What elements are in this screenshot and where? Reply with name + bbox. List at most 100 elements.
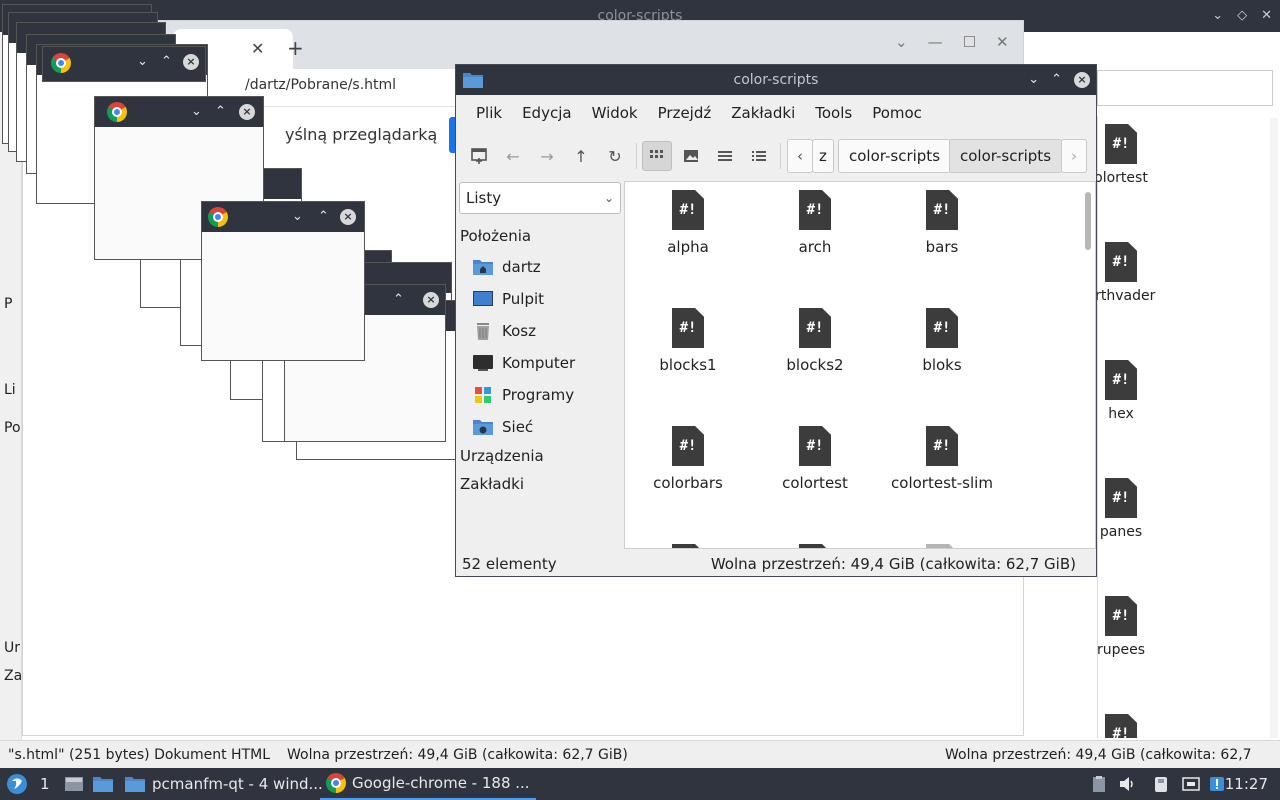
background-address-bar[interactable] bbox=[1097, 70, 1273, 106]
notification-icon[interactable] bbox=[1208, 775, 1226, 793]
file-item[interactable] bbox=[756, 544, 874, 548]
minimize-button[interactable]: ⌄ bbox=[1028, 65, 1039, 95]
file-item[interactable]: blocks2 bbox=[756, 308, 874, 374]
file-item[interactable]: bloks bbox=[883, 308, 1001, 374]
background-maximize-button[interactable]: ◇ bbox=[1237, 0, 1247, 32]
file-item[interactable] bbox=[883, 544, 1001, 548]
background-file-item[interactable]: rupees bbox=[1071, 596, 1171, 658]
chrome-maximize-button[interactable]: ☐ bbox=[963, 33, 976, 51]
file-view[interactable]: alpha arch bars blocks1 blocks2 bloks co… bbox=[624, 181, 1096, 549]
chrome-tab-search-button[interactable]: ⌄ bbox=[895, 33, 908, 51]
background-strip-item: Ur bbox=[4, 640, 21, 656]
close-icon[interactable]: × bbox=[340, 209, 356, 225]
menu-edycja[interactable]: Edycja bbox=[512, 95, 581, 131]
folder-icon bbox=[463, 73, 483, 88]
detailed-view-button[interactable] bbox=[744, 141, 774, 171]
sidebar-item-siec[interactable]: Sieć bbox=[472, 413, 533, 441]
menu-zakladki[interactable]: Zakładki bbox=[721, 95, 805, 131]
chrome-close-button[interactable]: ✕ bbox=[996, 33, 1009, 51]
chevron-up-icon[interactable]: ⌃ bbox=[393, 285, 404, 315]
chrome-minimize-button[interactable]: — bbox=[928, 33, 943, 51]
background-scrollbar[interactable] bbox=[1270, 118, 1278, 738]
ghost-window-front[interactable]: ⌄ ⌃ × bbox=[201, 201, 365, 361]
file-item[interactable] bbox=[629, 544, 747, 548]
file-item[interactable]: colorbars bbox=[629, 426, 747, 492]
network-icon[interactable] bbox=[1182, 775, 1200, 793]
ghost-window-titlebar[interactable]: ⌄ ⌃ × bbox=[42, 46, 206, 82]
desktop-switcher[interactable]: 1 bbox=[40, 768, 50, 800]
menu-tools[interactable]: Tools bbox=[805, 95, 862, 131]
clock[interactable]: 11:27 bbox=[1225, 768, 1268, 800]
background-minimize-button[interactable]: ⌄ bbox=[1212, 0, 1223, 32]
menu-pomoc[interactable]: Pomoc bbox=[862, 95, 932, 131]
chrome-url-text[interactable]: /dartz/Pobrane/s.html bbox=[245, 77, 396, 93]
file-item[interactable]: arch bbox=[756, 190, 874, 256]
chevron-up-icon[interactable]: ⌃ bbox=[161, 47, 172, 77]
up-button[interactable]: ↑ bbox=[566, 141, 596, 171]
home-folder-icon bbox=[473, 260, 493, 275]
menu-plik[interactable]: Plik bbox=[466, 95, 512, 131]
file-item[interactable]: colortest-slim bbox=[883, 426, 1001, 492]
start-menu-button[interactable] bbox=[6, 768, 28, 800]
breadcrumb-current[interactable]: color-scripts bbox=[949, 139, 1063, 173]
volume-icon[interactable] bbox=[1118, 775, 1136, 793]
reload-icon: ↻ bbox=[608, 146, 622, 166]
sidebar-item-kosz[interactable]: Kosz bbox=[472, 317, 536, 345]
places-header: Położenia bbox=[460, 227, 532, 245]
desktop-icon bbox=[65, 777, 83, 791]
file-item[interactable]: alpha bbox=[629, 190, 747, 256]
script-file-icon bbox=[926, 544, 958, 548]
close-icon[interactable]: × bbox=[423, 292, 439, 308]
sidebar-mode-select[interactable]: Listy ⌄ bbox=[459, 182, 621, 214]
compact-view-button[interactable] bbox=[710, 141, 740, 171]
sidebar-item-pulpit[interactable]: Pulpit bbox=[472, 285, 544, 313]
file-manager-titlebar[interactable]: color-scripts ⌄ ⌃ × bbox=[456, 65, 1096, 95]
reload-button[interactable]: ↻ bbox=[600, 141, 630, 171]
folder-icon bbox=[93, 777, 113, 792]
sidebar-item-komputer[interactable]: Komputer bbox=[472, 349, 575, 377]
file-item[interactable]: blocks1 bbox=[629, 308, 747, 374]
maximize-button[interactable]: ⌃ bbox=[1051, 65, 1062, 95]
menu-przejdz[interactable]: Przejdź bbox=[648, 95, 722, 131]
script-file-icon bbox=[799, 426, 831, 466]
quicklaunch-file-manager[interactable] bbox=[92, 768, 114, 800]
applications-icon bbox=[475, 387, 491, 403]
chevron-down-icon[interactable]: ⌄ bbox=[191, 97, 202, 127]
clipboard-icon[interactable] bbox=[1090, 775, 1108, 793]
devices-header: Urządzenia bbox=[460, 447, 544, 465]
removable-media-icon[interactable] bbox=[1152, 775, 1170, 793]
chevron-up-icon[interactable]: ⌃ bbox=[318, 202, 329, 232]
breadcrumb-parent[interactable]: color-scripts bbox=[838, 139, 952, 173]
sidebar-item-programy[interactable]: Programy bbox=[472, 381, 574, 409]
icon-view-button[interactable] bbox=[642, 141, 672, 171]
background-close-button[interactable]: ✕ bbox=[1261, 0, 1272, 32]
new-tab-button[interactable] bbox=[464, 141, 494, 171]
thumbnail-view-button[interactable] bbox=[676, 141, 706, 171]
chevron-down-icon[interactable]: ⌄ bbox=[292, 202, 303, 232]
script-file-icon bbox=[1105, 714, 1137, 738]
vertical-scrollbar[interactable] bbox=[1085, 186, 1091, 546]
scrollbar-thumb[interactable] bbox=[1085, 192, 1091, 250]
background-file-item[interactable] bbox=[1071, 714, 1171, 738]
script-file-icon bbox=[926, 190, 958, 230]
sidebar-item-dartz[interactable]: dartz bbox=[472, 253, 541, 281]
breadcrumb-prev-arrow[interactable]: ‹ bbox=[787, 139, 813, 173]
task-google-chrome[interactable]: Google-chrome - 188 ... bbox=[320, 768, 536, 800]
show-desktop-button[interactable] bbox=[64, 768, 84, 800]
close-icon[interactable]: × bbox=[239, 104, 255, 120]
breadcrumb-partial[interactable]: z bbox=[812, 139, 834, 173]
back-button[interactable]: ← bbox=[498, 141, 528, 171]
chevron-up-icon[interactable]: ⌃ bbox=[215, 97, 226, 127]
forward-button[interactable]: → bbox=[532, 141, 562, 171]
new-tab-button[interactable]: + bbox=[287, 36, 304, 60]
close-icon[interactable]: × bbox=[183, 54, 199, 70]
desktop-icon bbox=[473, 291, 493, 306]
menu-widok[interactable]: Widok bbox=[582, 95, 648, 131]
file-item[interactable]: colortest bbox=[756, 426, 874, 492]
breadcrumb-next-arrow[interactable]: › bbox=[1061, 139, 1087, 173]
tab-close-icon[interactable]: ✕ bbox=[251, 39, 264, 58]
task-pcmanfm[interactable]: pcmanfm-qt - 4 wind... bbox=[124, 768, 323, 800]
close-button[interactable]: × bbox=[1074, 72, 1090, 88]
chevron-down-icon[interactable]: ⌄ bbox=[137, 47, 148, 77]
file-item[interactable]: bars bbox=[883, 190, 1001, 256]
